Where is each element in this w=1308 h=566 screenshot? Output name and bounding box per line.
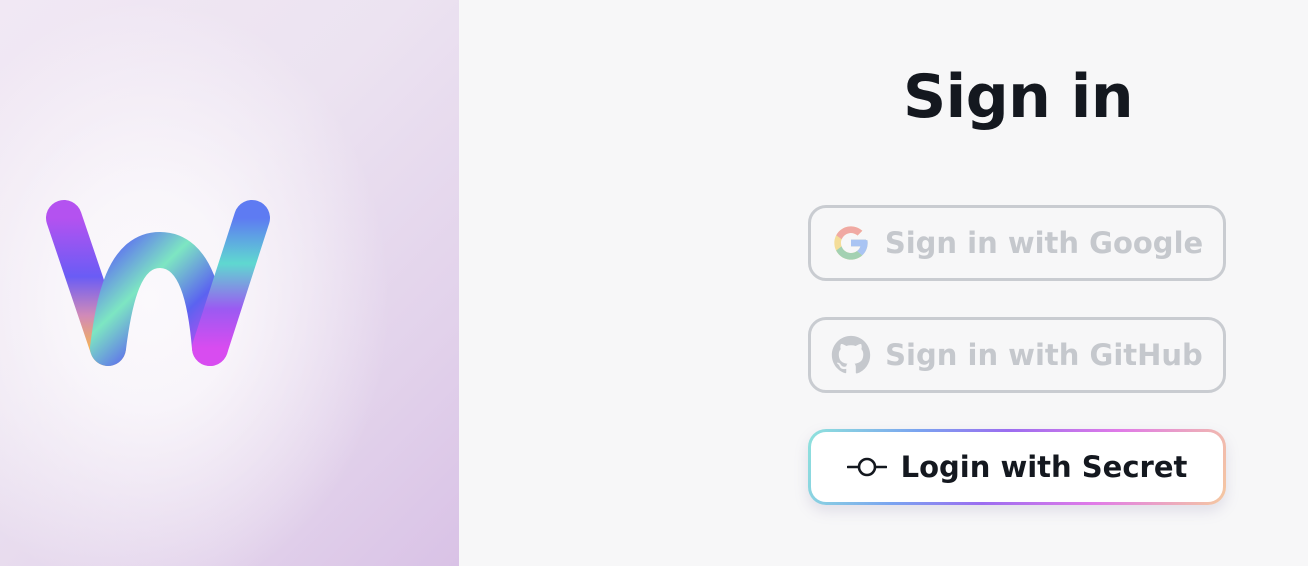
github-icon: [831, 335, 871, 375]
sign-in-google-button[interactable]: Sign in with Google: [808, 205, 1226, 281]
sign-in-page: Sign in Sign in with Google Sign in with…: [0, 0, 1308, 566]
login-secret-label: Login with Secret: [900, 450, 1188, 484]
sign-in-google-label: Sign in with Google: [884, 226, 1204, 260]
sign-in-github-button[interactable]: Sign in with GitHub: [808, 317, 1226, 393]
login-secret-button-border: Login with Secret: [808, 429, 1226, 505]
commit-key-icon: [846, 455, 887, 479]
login-secret-button[interactable]: Login with Secret: [811, 432, 1223, 502]
brand-panel: [0, 0, 459, 566]
sign-in-github-label: Sign in with GitHub: [885, 338, 1203, 372]
google-icon: [831, 223, 871, 263]
w-logo: [46, 200, 270, 366]
page-title: Sign in: [902, 62, 1134, 132]
